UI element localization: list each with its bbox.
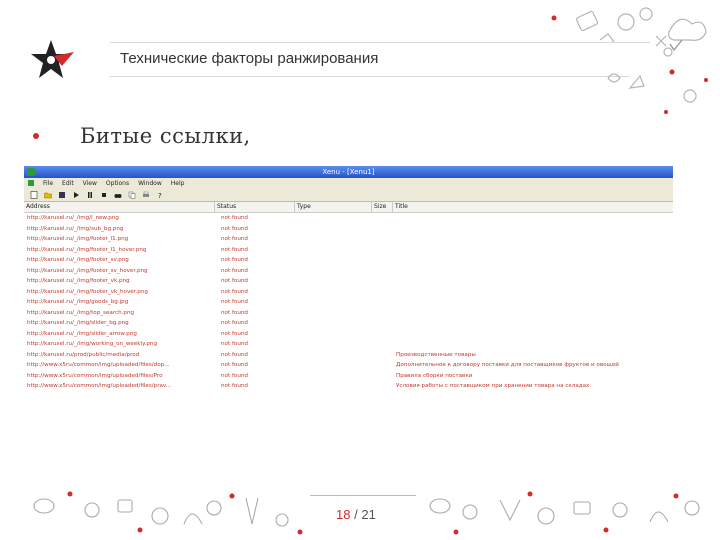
row-title: Условия работы с поставщиком при хранени… xyxy=(396,383,590,390)
column-title[interactable]: Title xyxy=(393,202,673,212)
bullet-dot xyxy=(33,133,39,139)
row-status: not found xyxy=(221,309,248,316)
svg-text:?: ? xyxy=(158,192,162,199)
xenu-results-list: http://karusel.ru/_/img/l_new.pngnot fou… xyxy=(24,213,673,392)
row-title: Дополнительное к договору поставки для п… xyxy=(396,362,619,369)
page-number: 18 / 21 xyxy=(336,507,376,522)
table-row[interactable]: http://karusel.ru/_/img/slider_arrow.png… xyxy=(24,329,673,340)
table-row[interactable]: http://karusel.ru/_/img/footer_sv.png not… xyxy=(24,255,673,266)
column-size[interactable]: Size xyxy=(372,202,393,212)
menu-view[interactable]: View xyxy=(83,180,97,187)
xenu-window-title: Xenu - [Xenu1] xyxy=(322,168,375,176)
table-row[interactable]: http://www.x5ru/common/img/uploaded/file… xyxy=(24,371,673,382)
row-address: http://www.x5ru/common/img/uploaded/file… xyxy=(27,372,163,379)
row-address: http://karusel.ru/_/img/working_on_weekl… xyxy=(27,341,158,348)
row-status: not found xyxy=(221,372,248,379)
table-row[interactable]: http://karusel.ru/_/img/footer_sv_hover.… xyxy=(24,266,673,277)
pager-divider xyxy=(310,495,416,496)
table-row[interactable]: http://karusel.ru/_/img/sub_bg.png not fo… xyxy=(24,224,673,235)
row-status: not found xyxy=(221,320,248,327)
row-address: http://karusel.ru/_/img/footer_l1.png xyxy=(27,236,129,243)
table-row[interactable]: http://karusel.ru/_/img/goods_bg.jpg not … xyxy=(24,297,673,308)
page-separator: / xyxy=(354,507,358,522)
xenu-doc-icon xyxy=(28,180,34,186)
row-status: not found xyxy=(221,278,248,285)
column-status[interactable]: Status xyxy=(215,202,295,212)
slide-title: Технические факторы ранжирования xyxy=(120,50,379,67)
table-row[interactable]: http://karusel.ru/_/img/working_on_weekl… xyxy=(24,339,673,350)
row-title: Правила сборки поставки xyxy=(396,372,473,379)
save-icon[interactable] xyxy=(58,191,66,199)
row-status: not found xyxy=(221,362,248,369)
page-current: 18 xyxy=(336,507,351,522)
row-status: not found xyxy=(221,215,248,222)
row-address: http://karusel.ru/_/img/footer_vk_hover.… xyxy=(27,288,148,295)
row-status: not found xyxy=(221,267,248,274)
table-row[interactable]: http://karusel.ru/_/img/l_new.png not fou… xyxy=(24,213,673,224)
row-address: http://karusel.ru/_/img/l_new.png xyxy=(27,215,119,222)
menu-window[interactable]: Window xyxy=(138,180,162,187)
row-title: Производственные товары xyxy=(396,351,476,358)
binoculars-icon[interactable] xyxy=(114,191,122,199)
column-type[interactable]: Type xyxy=(295,202,372,212)
table-row[interactable]: http://karusel.ru/_/img/footer_vk.png not… xyxy=(24,276,673,287)
page-total: 21 xyxy=(361,507,376,522)
row-address: http://karusel.ru/_/img/footer_sv.png xyxy=(27,257,129,264)
xenu-toolbar: ? xyxy=(24,188,673,202)
row-address: http://karusel.ru/_/img/sub_bg.png xyxy=(27,225,124,232)
open-folder-icon[interactable] xyxy=(44,191,52,199)
stop-icon[interactable] xyxy=(100,191,108,199)
row-address: http://karusel.ru/_/img/footer_vk.png xyxy=(27,278,130,285)
row-address: http://www.x5ru/common/img/uploaded/file… xyxy=(27,362,170,369)
row-address: http://karusel.ru/_/img/footer_sv_hover.… xyxy=(27,267,148,274)
table-row[interactable]: http://karusel.ru/_/img/slider_bg.png not… xyxy=(24,318,673,329)
row-status: not found xyxy=(221,330,248,337)
pause-icon[interactable] xyxy=(86,191,94,199)
column-address[interactable]: Address xyxy=(24,202,215,212)
row-address: http://karusel.ru/_/img/top_search.png xyxy=(27,309,135,316)
menu-file[interactable]: File xyxy=(43,180,53,187)
table-row[interactable]: http://karusel.ru/_/img/footer_vk_hover.… xyxy=(24,287,673,298)
table-row[interactable]: http://karusel.ru/_/img/footer_l1_hover.… xyxy=(24,245,673,256)
xenu-window: Xenu - [Xenu1] File Edit View Options Wi… xyxy=(24,166,673,428)
menu-edit[interactable]: Edit xyxy=(62,180,74,187)
row-status: not found xyxy=(221,246,248,253)
table-row[interactable]: http://karusel.ru/_/img/footer_l1.png not… xyxy=(24,234,673,245)
decorative-doodles-icon xyxy=(551,7,708,114)
copy-icon[interactable] xyxy=(128,191,136,199)
row-address: http://karusel.ru/_/img/slider_bg.png xyxy=(27,320,129,327)
help-icon[interactable]: ? xyxy=(156,191,164,199)
menu-options[interactable]: Options xyxy=(106,180,129,187)
menu-help[interactable]: Help xyxy=(171,180,185,187)
row-status: not found xyxy=(221,236,248,243)
star-logo-icon xyxy=(31,40,74,78)
table-row[interactable]: http://karusel.ru/_/img/top_search.png no… xyxy=(24,308,673,319)
row-status: not found xyxy=(221,288,248,295)
row-status: not found xyxy=(221,351,248,358)
new-file-icon[interactable] xyxy=(30,190,38,199)
row-status: not found xyxy=(221,225,248,232)
row-address: http://www.x5ru/common/img/uploaded/file… xyxy=(27,383,172,390)
row-address: http://karusel.ru/_/img/footer_l1_hover.… xyxy=(27,246,147,253)
table-row[interactable]: http://karusel.ru/prod/public/media/prod… xyxy=(24,350,673,361)
row-status: not found xyxy=(221,341,248,348)
table-row[interactable]: http://www.x5ru/common/img/uploaded/file… xyxy=(24,381,673,392)
xenu-titlebar: Xenu - [Xenu1] xyxy=(24,166,673,178)
row-address: http://karusel.ru/_/img/goods_bg.jpg xyxy=(27,299,129,306)
row-status: not found xyxy=(221,257,248,264)
table-row[interactable]: http://www.x5ru/common/img/uploaded/file… xyxy=(24,360,673,371)
row-status: not found xyxy=(221,299,248,306)
row-address: http://karusel.ru/prod/public/media/prod xyxy=(27,351,140,358)
xenu-menubar: File Edit View Options Window Help xyxy=(24,178,673,188)
xenu-column-headers: Address Status Type Size Title xyxy=(24,202,673,213)
bullet-text: Битые ссылки, xyxy=(80,124,251,148)
row-address: http://karusel.ru/_/img/slider_arrow.png xyxy=(27,330,137,337)
play-icon[interactable] xyxy=(72,191,80,199)
print-icon[interactable] xyxy=(142,191,150,199)
row-status: not found xyxy=(221,383,248,390)
